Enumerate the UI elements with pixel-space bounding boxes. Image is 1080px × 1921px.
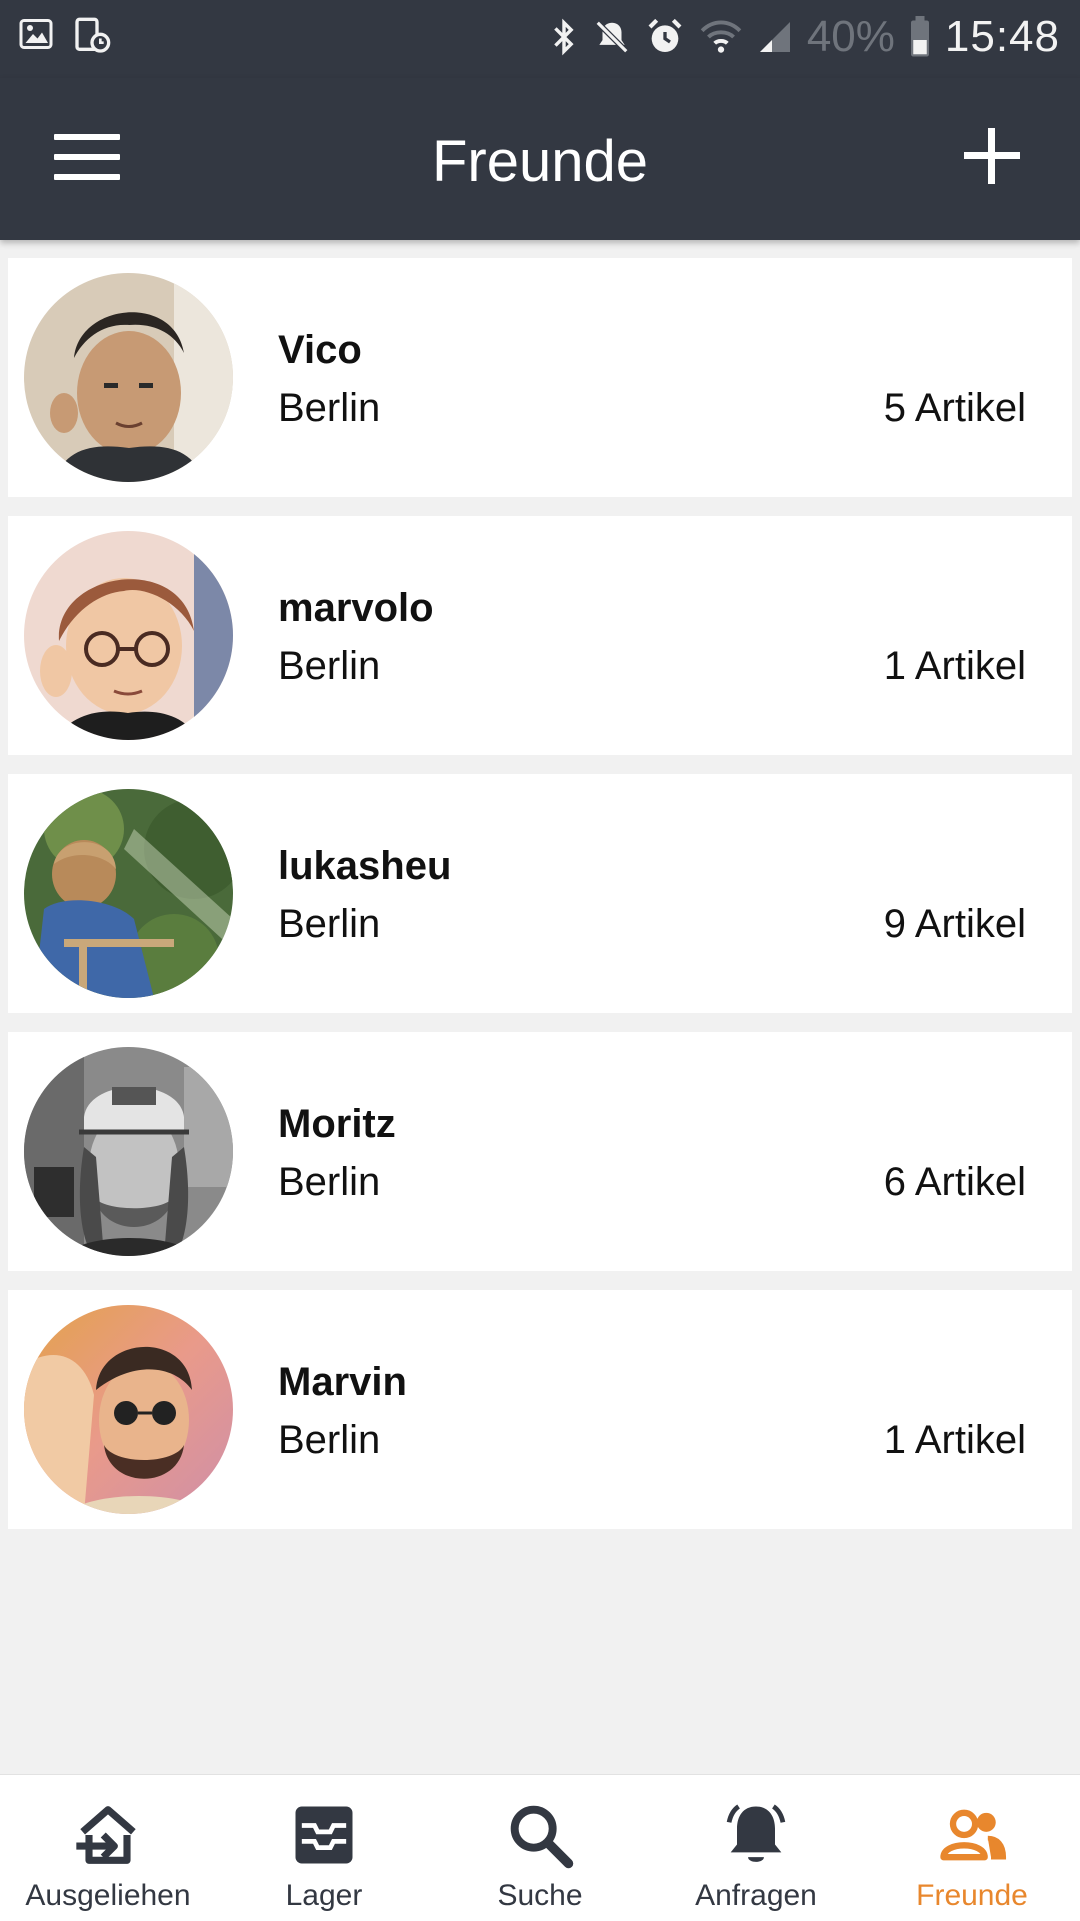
friend-item-count: 5 Artikel: [883, 386, 1026, 430]
avatar: [24, 1305, 233, 1514]
borrow-icon: [76, 1806, 136, 1864]
image-icon: [19, 19, 53, 49]
nav-freunde[interactable]: Freunde: [864, 1775, 1080, 1921]
inventory-icon: [295, 1806, 353, 1864]
clock: 15:48: [944, 12, 1060, 61]
bell-icon: [726, 1804, 786, 1862]
friends-icon: [940, 1809, 1007, 1861]
alarm-icon: [648, 18, 682, 52]
friend-card[interactable]: Moritz Berlin 6 Artikel: [8, 1032, 1072, 1271]
avatar: [24, 789, 233, 998]
friend-name: lukasheu: [278, 844, 452, 888]
nav-label: Lager: [285, 1879, 363, 1912]
friend-card[interactable]: Vico Berlin 5 Artikel: [8, 258, 1072, 497]
battery-percent: 40%: [806, 12, 895, 61]
nav-label: Freunde: [916, 1879, 1028, 1912]
friend-name: Moritz: [278, 1102, 396, 1146]
avatar: [24, 531, 233, 740]
search-icon: [510, 1805, 574, 1869]
plus-icon[interactable]: [964, 128, 1020, 184]
status-left: [18, 16, 112, 56]
mute-icon: [595, 20, 629, 54]
friend-city: Berlin: [278, 644, 381, 688]
friend-name: Marvin: [278, 1360, 407, 1404]
friend-item-count: 1 Artikel: [883, 644, 1026, 688]
signal-icon: [759, 22, 790, 52]
nav-lager[interactable]: Lager: [216, 1775, 432, 1921]
friend-item-count: 9 Artikel: [883, 902, 1026, 946]
bottom-navigation: Ausgeliehen Lager Suche Anfragen Freunde: [0, 1774, 1080, 1921]
avatar: [24, 1047, 233, 1256]
nav-label: Ausgeliehen: [25, 1879, 191, 1912]
wifi-icon: [700, 20, 742, 53]
app-bar: Freunde: [0, 78, 1080, 240]
friend-item-count: 6 Artikel: [883, 1160, 1026, 1204]
friend-city: Berlin: [278, 902, 381, 946]
status-right: 40% 15:48: [549, 12, 1060, 62]
friend-city: Berlin: [278, 1418, 381, 1462]
nav-label: Anfragen: [695, 1879, 817, 1912]
friend-name: marvolo: [278, 586, 434, 630]
screenshot-icon: [75, 17, 111, 53]
friend-item-count: 1 Artikel: [883, 1418, 1026, 1462]
battery-icon: [910, 16, 929, 57]
friend-city: Berlin: [278, 1160, 381, 1204]
status-bar: 40% 15:48: [0, 0, 1080, 78]
avatar: [24, 273, 233, 482]
nav-anfragen[interactable]: Anfragen: [648, 1775, 864, 1921]
friend-city: Berlin: [278, 386, 381, 430]
friend-card[interactable]: lukasheu Berlin 9 Artikel: [8, 774, 1072, 1013]
nav-ausgeliehen[interactable]: Ausgeliehen: [0, 1775, 216, 1921]
nav-label: Suche: [497, 1879, 583, 1912]
friend-card[interactable]: Marvin Berlin 1 Artikel: [8, 1290, 1072, 1529]
friend-name: Vico: [278, 328, 362, 372]
bluetooth-icon: [554, 18, 574, 56]
page-title: Freunde: [431, 129, 649, 194]
friend-card[interactable]: marvolo Berlin 1 Artikel: [8, 516, 1072, 755]
nav-suche[interactable]: Suche: [432, 1775, 648, 1921]
friends-list: Vico Berlin 5 Artikel marvolo Berlin 1 A…: [0, 258, 1080, 1548]
